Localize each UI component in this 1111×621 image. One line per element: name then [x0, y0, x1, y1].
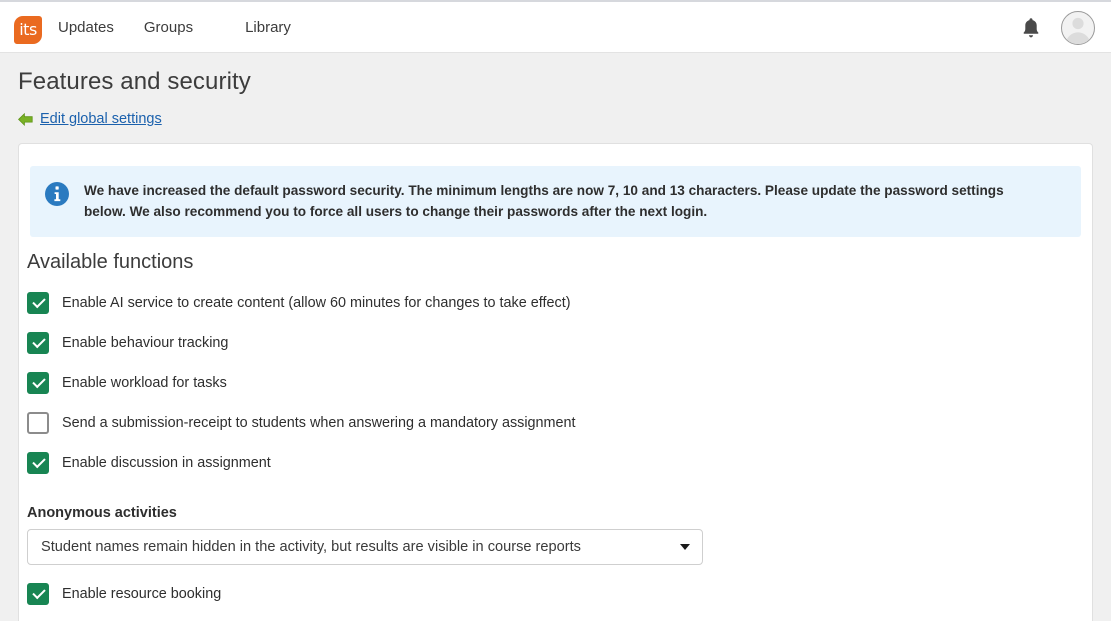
option-row-homework: Enable homework	[19, 614, 1092, 621]
main-navigation: Updates Groups Library	[56, 2, 293, 53]
nav-item-groups[interactable]: Groups	[142, 15, 195, 40]
checkbox-ai-service[interactable]	[27, 292, 49, 314]
notifications-button[interactable]	[1021, 17, 1041, 39]
info-banner-text: We have increased the default password s…	[84, 180, 1044, 222]
available-functions-list-continued: Enable resource booking Enable homework	[19, 574, 1092, 621]
option-row-behaviour-tracking: Enable behaviour tracking	[19, 323, 1092, 363]
content-panel: We have increased the default password s…	[18, 143, 1093, 621]
edit-global-settings-link[interactable]: Edit global settings	[40, 111, 162, 127]
option-row-discussion-assignment: Enable discussion in assignment	[19, 443, 1092, 483]
checkbox-submission-receipt[interactable]	[27, 412, 49, 434]
option-label-behaviour-tracking[interactable]: Enable behaviour tracking	[62, 335, 228, 351]
app-header: its Updates Groups Library	[0, 2, 1111, 53]
nav-item-updates[interactable]: Updates	[56, 15, 116, 40]
checkbox-workload-tasks[interactable]	[27, 372, 49, 394]
option-label-ai-service[interactable]: Enable AI service to create content (all…	[62, 295, 571, 311]
anonymous-activities-selected-value: Student names remain hidden in the activ…	[28, 539, 581, 555]
anonymous-activities-select[interactable]: Student names remain hidden in the activ…	[27, 529, 703, 565]
checkbox-resource-booking[interactable]	[27, 583, 49, 605]
user-avatar-icon	[1062, 12, 1094, 44]
nav-item-library[interactable]: Library	[243, 15, 293, 40]
option-row-submission-receipt: Send a submission-receipt to students wh…	[19, 403, 1092, 443]
back-link-row: Edit global settings	[18, 111, 162, 127]
browser-viewport: its Updates Groups Library Features and …	[0, 0, 1111, 621]
option-label-resource-booking[interactable]: Enable resource booking	[62, 586, 221, 602]
bell-icon	[1021, 17, 1041, 39]
option-row-ai-service: Enable AI service to create content (all…	[19, 283, 1092, 323]
checkbox-behaviour-tracking[interactable]	[27, 332, 49, 354]
option-label-submission-receipt[interactable]: Send a submission-receipt to students wh…	[62, 415, 576, 431]
arrow-left-icon	[18, 113, 33, 126]
option-label-discussion-assignment[interactable]: Enable discussion in assignment	[62, 455, 271, 471]
info-banner: We have increased the default password s…	[30, 166, 1081, 237]
avatar[interactable]	[1061, 11, 1095, 45]
option-label-workload-tasks[interactable]: Enable workload for tasks	[62, 375, 227, 391]
info-circle-icon	[44, 181, 70, 207]
checkbox-discussion-assignment[interactable]	[27, 452, 49, 474]
available-functions-heading: Available functions	[27, 251, 1092, 274]
page-title: Features and security	[18, 68, 251, 96]
anonymous-activities-label: Anonymous activities	[27, 505, 1092, 521]
option-row-resource-booking: Enable resource booking	[19, 574, 1092, 614]
option-row-workload-tasks: Enable workload for tasks	[19, 363, 1092, 403]
header-actions	[1021, 2, 1095, 53]
available-functions-list: Enable AI service to create content (all…	[19, 283, 1092, 483]
chevron-down-icon	[680, 544, 690, 550]
app-logo[interactable]: its	[14, 16, 42, 44]
